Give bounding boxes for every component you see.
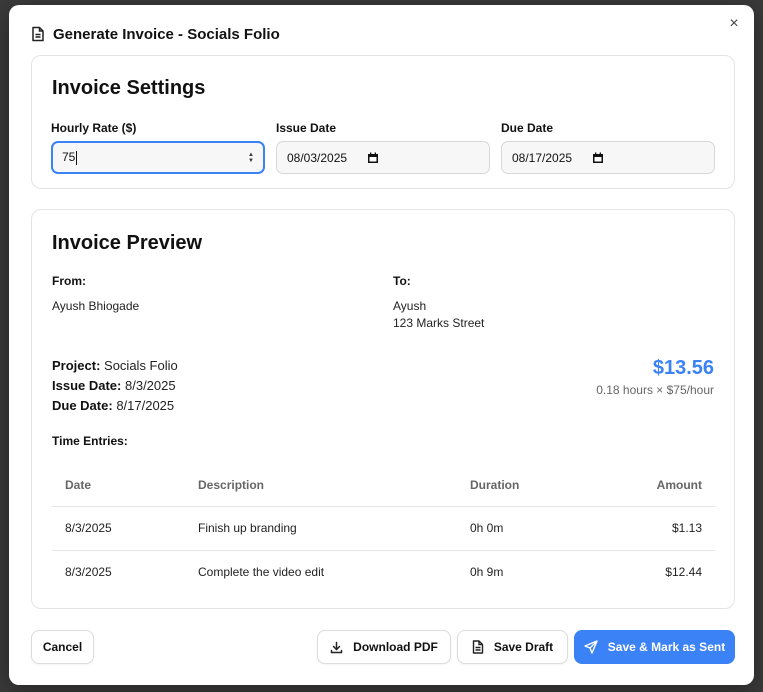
total-amount: $13.56 — [652, 357, 714, 379]
invoice-total: $13.56 0.18 hours × $75/hour — [596, 357, 714, 397]
to-address: 123 Marks Street — [393, 316, 485, 330]
preview-title: Invoice Preview — [52, 232, 203, 254]
from-name: Ayush Bhiogade — [52, 299, 140, 313]
project-label: Project: — [52, 358, 101, 373]
due-date-field: Due Date 08/17/2025 — [501, 121, 715, 174]
hourly-rate-value: 75 — [62, 150, 76, 165]
entry-date: 8/3/2025 — [65, 565, 112, 580]
column-header-date: Date — [52, 465, 185, 507]
issue-date-input[interactable]: 08/03/2025 — [276, 141, 490, 174]
calendar-icon[interactable] — [367, 152, 379, 164]
project-value: Socials Folio — [104, 358, 178, 373]
save-draft-label: Save Draft — [493, 640, 554, 654]
number-spinner-icon[interactable]: ▲ ▼ — [248, 152, 254, 164]
issue-date-line: Issue Date: 8/3/2025 — [52, 376, 178, 396]
hourly-rate-field: Hourly Rate ($) 75 ▲ ▼ — [51, 121, 265, 174]
dialog-header: Generate Invoice - Socials Folio — [31, 23, 280, 45]
close-icon[interactable]: × — [726, 16, 742, 32]
issue-label: Issue Date: — [52, 378, 122, 393]
cancel-label: Cancel — [42, 640, 83, 654]
due-date-line: Due Date: 8/17/2025 — [52, 396, 178, 416]
hourly-rate-input[interactable]: 75 ▲ ▼ — [51, 141, 265, 174]
from-label: From: — [52, 274, 86, 288]
table-header-row: Date Description Duration Amount — [52, 465, 715, 507]
issue-date-label: Issue Date — [276, 121, 337, 135]
download-pdf-label: Download PDF — [353, 640, 438, 654]
invoice-preview-card: Invoice Preview From: Ayush Bhiogade To:… — [31, 209, 735, 609]
column-header-duration: Duration — [457, 465, 567, 507]
save-mark-sent-button[interactable]: Save & Mark as Sent — [574, 630, 735, 664]
calendar-icon[interactable] — [592, 152, 604, 164]
cancel-button[interactable]: Cancel — [31, 630, 94, 664]
entry-amount: $12.44 — [665, 565, 702, 580]
due-date-input[interactable]: 08/17/2025 — [501, 141, 715, 174]
document-icon — [472, 640, 484, 654]
invoice-dialog: Generate Invoice - Socials Folio × Invoi… — [9, 5, 754, 685]
invoice-meta: Project: Socials Folio Issue Date: 8/3/2… — [52, 356, 178, 416]
invoice-settings-card: Invoice Settings Hourly Rate ($) 75 ▲ ▼ I… — [31, 55, 735, 189]
dialog-title: Generate Invoice - Socials Folio — [53, 25, 280, 43]
issue-date-value: 08/03/2025 — [287, 150, 348, 165]
entry-duration: 0h 9m — [470, 565, 504, 580]
download-icon — [330, 641, 343, 654]
entry-amount: $1.13 — [567, 506, 715, 551]
total-breakdown: 0.18 hours × $75/hour — [596, 383, 714, 397]
issue-date-field: Issue Date 08/03/2025 — [276, 121, 490, 174]
save-mark-sent-label: Save & Mark as Sent — [607, 640, 726, 654]
send-icon — [584, 640, 598, 654]
save-draft-button[interactable]: Save Draft — [457, 630, 568, 664]
due-label: Due Date: — [52, 398, 113, 413]
to-name: Ayush — [393, 299, 427, 313]
table-row: 8/3/2025 Complete the video edit 0h 9m $… — [52, 550, 715, 594]
due-date-label: Due Date — [501, 121, 554, 135]
entry-description: Complete the video edit — [198, 565, 325, 580]
settings-title: Invoice Settings — [52, 77, 206, 99]
hourly-rate-label: Hourly Rate ($) — [51, 121, 137, 135]
project-line: Project: Socials Folio — [52, 356, 178, 376]
due-value: 8/17/2025 — [116, 398, 175, 413]
entry-date: 8/3/2025 — [52, 506, 185, 551]
time-entries-table: Date Description Duration Amount 8/3/202… — [52, 465, 715, 594]
table-row: 8/3/2025 Finish up branding 0h 0m $1.13 — [52, 506, 715, 551]
time-entries-label: Time Entries: — [52, 434, 128, 448]
document-icon — [31, 26, 45, 42]
download-pdf-button[interactable]: Download PDF — [317, 630, 451, 664]
entry-description: Finish up branding — [185, 506, 457, 551]
column-header-description: Description — [185, 465, 457, 507]
due-date-value: 08/17/2025 — [512, 150, 573, 165]
to-label: To: — [393, 274, 411, 288]
entry-duration: 0h 0m — [457, 506, 567, 551]
column-header-amount: Amount — [567, 465, 715, 507]
issue-value: 8/3/2025 — [125, 378, 176, 393]
